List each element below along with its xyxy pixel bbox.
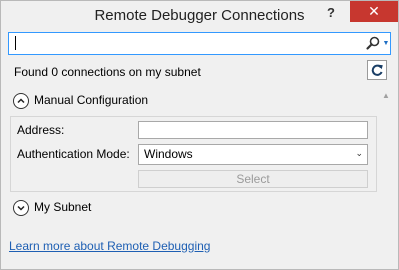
authentication-mode-label: Authentication Mode:: [17, 147, 130, 161]
chevron-up-icon: [13, 93, 29, 109]
scroll-up-arrow-icon[interactable]: ▲: [382, 91, 390, 100]
title-bar: Remote Debugger Connections ? ✕: [1, 1, 398, 31]
refresh-button[interactable]: [367, 60, 387, 80]
close-icon: ✕: [368, 3, 380, 19]
manual-configuration-expander[interactable]: Manual Configuration: [13, 93, 213, 109]
address-label: Address:: [17, 123, 65, 137]
help-button[interactable]: ?: [319, 3, 343, 23]
text-caret: [15, 36, 16, 50]
select-button[interactable]: Select: [138, 170, 368, 188]
learn-more-link[interactable]: Learn more about Remote Debugging: [9, 239, 210, 253]
search-icon[interactable]: [365, 35, 381, 51]
refresh-icon: [371, 64, 383, 76]
my-subnet-header: My Subnet: [34, 200, 92, 214]
remote-debugger-dialog: Remote Debugger Connections ? ✕ ▼ Found …: [0, 0, 399, 270]
my-subnet-expander[interactable]: My Subnet: [13, 200, 133, 216]
authentication-mode-value: Windows: [144, 147, 193, 161]
search-dropdown-icon[interactable]: ▼: [382, 33, 390, 54]
search-input[interactable]: ▼: [8, 32, 391, 55]
manual-configuration-header: Manual Configuration: [34, 93, 149, 107]
authentication-mode-select[interactable]: Windows ⌄: [138, 144, 368, 165]
chevron-down-icon: [13, 200, 29, 216]
close-button[interactable]: ✕: [350, 1, 398, 22]
address-input[interactable]: [138, 121, 368, 139]
connections-status: Found 0 connections on my subnet: [14, 65, 201, 79]
chevron-down-icon: ⌄: [355, 148, 363, 158]
manual-configuration-panel: Address: Authentication Mode: Windows ⌄ …: [10, 116, 377, 192]
